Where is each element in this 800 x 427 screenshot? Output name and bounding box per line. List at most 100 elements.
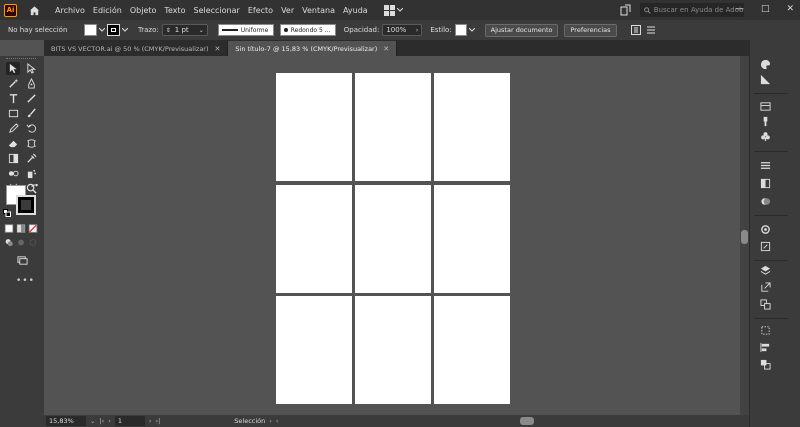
tab-sin-titulo-7[interactable]: Sin título-7 @ 15,83 % (CMYK/Previsualiz… [228, 41, 398, 56]
artboard-3[interactable] [434, 73, 510, 181]
symbol-sprayer-tool[interactable] [24, 167, 38, 180]
menu-efecto[interactable]: Efecto [248, 6, 273, 15]
next-artboard-button[interactable]: › [149, 417, 152, 425]
style-dropdown[interactable] [467, 28, 477, 32]
line-tool[interactable] [24, 92, 38, 105]
stroke-profile-dropdown[interactable]: Uniforme [217, 24, 274, 36]
artboards-panel-button[interactable] [758, 298, 772, 310]
zoom-level-field[interactable]: 15,83% [46, 416, 86, 426]
tab-bits-vs-vector[interactable]: BITS VS VECTOR.ai @ 50 % (CMYK/Previsual… [44, 41, 229, 56]
stroke-panel-button[interactable] [758, 159, 772, 171]
minimize-button[interactable]: — [735, 4, 744, 14]
default-colors-icon[interactable] [3, 209, 11, 217]
blend-tool[interactable] [6, 167, 20, 180]
graphic-styles-panel-button[interactable] [758, 240, 772, 252]
help-search-input[interactable]: Buscar en Ayuda de Adobe [640, 3, 744, 17]
type-tool[interactable] [6, 92, 20, 105]
horizontal-scroll-thumb[interactable] [520, 417, 534, 425]
stroke-dropdown[interactable] [120, 28, 130, 32]
paintbrush-tool[interactable] [24, 107, 38, 120]
close-icon[interactable]: ✕ [215, 45, 221, 53]
rotate-tool[interactable] [24, 122, 38, 135]
warp-tool[interactable] [24, 137, 38, 150]
artboard-2[interactable] [355, 73, 431, 181]
align-panel-button[interactable] [758, 341, 772, 353]
draw-behind-button[interactable] [16, 236, 26, 249]
eyedropper-tool[interactable] [24, 152, 38, 165]
preferences-button[interactable]: Preferencias [564, 23, 617, 37]
fill-color-swatch[interactable] [84, 24, 97, 36]
brushes-panel-button[interactable] [758, 115, 772, 127]
menu-objeto[interactable]: Objeto [130, 6, 157, 15]
vertical-scroll-thumb[interactable] [741, 230, 748, 244]
rectangle-tool[interactable] [6, 107, 20, 120]
swap-fill-stroke-icon[interactable] [31, 184, 39, 192]
vertical-scrollbar[interactable] [740, 56, 749, 415]
home-button[interactable] [27, 3, 41, 17]
selection-tool[interactable] [6, 62, 20, 75]
panel-menu-icon[interactable] [646, 26, 655, 34]
color-mode-button[interactable] [4, 222, 14, 235]
artboard-6[interactable] [434, 185, 510, 293]
artboard-4[interactable] [276, 185, 352, 293]
magic-wand-tool[interactable] [6, 77, 20, 90]
previous-artboard-button[interactable]: ‹ [108, 417, 111, 425]
menu-seleccionar[interactable]: Seleccionar [194, 6, 240, 15]
opacity-field[interactable]: 100% › [382, 24, 423, 36]
asset-export-panel-button[interactable] [758, 281, 772, 293]
swatches-panel-button[interactable] [758, 100, 772, 112]
graphic-style-swatch[interactable] [454, 24, 467, 36]
status-menu-arrow-icon[interactable]: › [269, 417, 272, 425]
more-tools-button[interactable]: ••• [16, 276, 35, 286]
pathfinder-panel-button[interactable] [758, 358, 772, 370]
appearance-panel-button[interactable] [758, 223, 772, 235]
pen-tool[interactable] [24, 77, 38, 90]
gradient-panel-button[interactable] [758, 177, 772, 189]
artboard-number-field[interactable]: 1 [114, 416, 145, 426]
gradient-tool[interactable] [6, 152, 20, 165]
canvas-area[interactable] [44, 56, 740, 415]
share-icon[interactable] [620, 4, 631, 16]
stroke-weight-field[interactable]: ⇕ 1 pt ⌄ [161, 24, 208, 36]
screen-mode-button[interactable] [15, 254, 29, 267]
last-artboard-button[interactable]: ›| [155, 417, 160, 425]
close-button[interactable]: ✕ [786, 4, 794, 14]
maximize-button[interactable]: □ [761, 4, 770, 14]
menu-edicion[interactable]: Edición [93, 6, 122, 15]
menu-texto[interactable]: Texto [164, 6, 185, 15]
artboard-9[interactable] [434, 296, 510, 404]
transform-panel-button[interactable] [758, 324, 772, 336]
gradient-mode-button[interactable] [16, 222, 26, 235]
menu-archivo[interactable]: Archivo [55, 6, 85, 15]
panel-grip[interactable] [6, 58, 36, 60]
close-icon[interactable]: ✕ [383, 45, 389, 53]
symbols-panel-button[interactable] [758, 130, 772, 142]
workspace-switcher[interactable] [383, 4, 406, 16]
eraser-tool[interactable] [6, 137, 20, 150]
draw-normal-button[interactable] [4, 236, 14, 249]
none-mode-button[interactable] [28, 222, 38, 235]
rotate-view-icon[interactable]: ⌄ [90, 417, 95, 425]
menu-ayuda[interactable]: Ayuda [343, 6, 368, 15]
direct-selection-tool[interactable] [24, 62, 38, 75]
stroke-swatch[interactable] [16, 195, 36, 215]
color-guide-panel-button[interactable] [758, 73, 772, 85]
menu-ventana[interactable]: Ventana [302, 6, 335, 15]
document-setup-button[interactable]: Ajustar documento [484, 23, 559, 37]
scroll-left-arrow-icon[interactable]: ‹ [276, 417, 279, 425]
draw-inside-button[interactable] [28, 236, 38, 249]
color-panel-button[interactable] [758, 58, 772, 70]
layers-panel-button[interactable] [758, 264, 772, 276]
transparency-panel-button[interactable] [758, 195, 772, 207]
brush-dropdown[interactable]: Redondo 5 ... [279, 24, 336, 36]
artboard-7[interactable] [276, 296, 352, 404]
fill-dropdown[interactable] [97, 28, 107, 32]
artboard-1[interactable] [276, 73, 352, 181]
first-artboard-button[interactable]: |‹ [99, 417, 104, 425]
artboard-5[interactable] [355, 185, 431, 293]
arrange-documents-icon[interactable] [630, 25, 641, 35]
pencil-tool[interactable] [6, 122, 20, 135]
stroke-color-swatch[interactable] [107, 24, 120, 36]
menu-ver[interactable]: Ver [281, 6, 294, 15]
artboard-8[interactable] [355, 296, 431, 404]
